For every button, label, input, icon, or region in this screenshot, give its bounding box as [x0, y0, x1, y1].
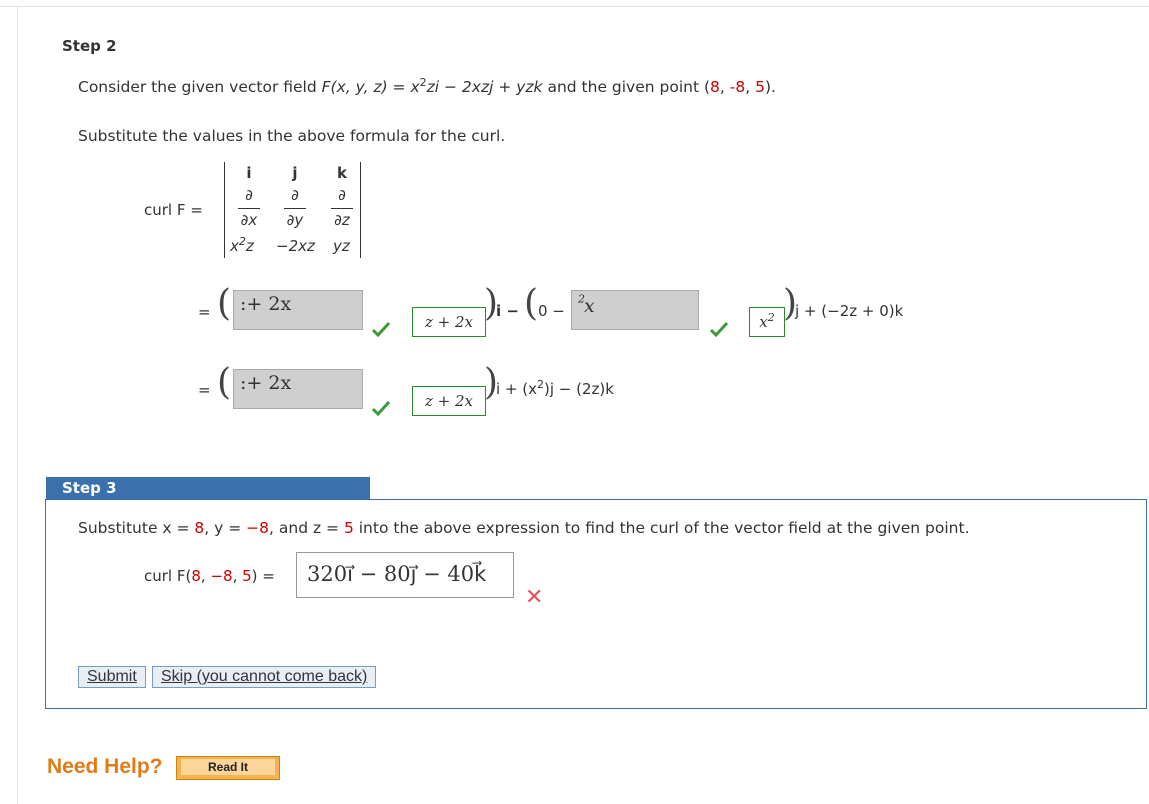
- answer-box-5[interactable]: :+ 2x: [233, 369, 363, 409]
- answer-box-1-value: :+ 2x: [240, 293, 292, 315]
- value-y: −8: [246, 519, 270, 537]
- det-k: k: [337, 164, 347, 182]
- answer-box-3[interactable]: x2: [571, 290, 699, 330]
- point-end: ).: [764, 78, 776, 96]
- det-neg2xz: −2xz: [276, 237, 315, 255]
- det-yz: yz: [333, 237, 350, 255]
- step2-heading: Step 2: [62, 37, 117, 55]
- answer-box-4-base: x: [759, 313, 768, 331]
- det-z: z: [245, 237, 254, 255]
- curl-answer-value: 320i⃗ − 80j⃗ − 40k⃗: [307, 562, 487, 586]
- check-icon: [372, 400, 390, 416]
- instr-c: , and z =: [269, 519, 344, 537]
- instr-d: into the above expression to find the cu…: [353, 519, 970, 537]
- answer-box-3-value: x2: [578, 293, 595, 317]
- point-sep: ,: [719, 78, 730, 96]
- read-it-label: Read It: [181, 759, 275, 775]
- det-left-bar: [224, 162, 225, 258]
- zero-minus: 0 −: [538, 302, 565, 320]
- curl-at-b: ) =: [251, 567, 275, 585]
- answer-box-4[interactable]: x2: [749, 307, 785, 337]
- step3-header: Step 3: [46, 477, 370, 499]
- partial-symbol: ∂: [338, 186, 346, 204]
- curl-at-sep: ,: [232, 567, 243, 585]
- curl-at-z: 5: [242, 567, 252, 585]
- instr-a: Substitute x =: [78, 519, 195, 537]
- denom-z: ∂z: [334, 211, 350, 229]
- fraction-line: [331, 208, 353, 209]
- incorrect-icon: ✕: [525, 585, 544, 610]
- line2-tail-sup: 2: [537, 378, 545, 391]
- answer-box-2[interactable]: z + 2x: [412, 307, 486, 337]
- read-it-button[interactable]: Read It: [176, 756, 280, 780]
- curl-at-y: −8: [210, 567, 233, 585]
- partial-symbol: ∂: [291, 186, 299, 204]
- substitute-text: Substitute the values in the above formu…: [78, 127, 506, 145]
- answer-box-5-value: :+ 2x: [240, 372, 292, 394]
- intro-rest: zi − 2xzj + yzk: [426, 78, 543, 96]
- equals-sign: =: [198, 381, 211, 399]
- value-x: 8: [194, 519, 205, 537]
- left-divider: [17, 6, 18, 804]
- fraction-line: [284, 208, 306, 209]
- det-x: x: [230, 237, 239, 255]
- instr-b: , y =: [204, 519, 247, 537]
- intro-mid: and the given point (: [542, 78, 711, 96]
- point-y: -8: [729, 78, 746, 96]
- point-sep: ,: [745, 78, 756, 96]
- det-x2z: x2z: [230, 235, 254, 255]
- submit-button[interactable]: Submit: [78, 666, 146, 688]
- denom-y: ∂y: [286, 211, 304, 229]
- intro-field: F(x, y, z) = x: [321, 78, 420, 96]
- line2-tail: i + (x2)j − (2z)k: [496, 378, 614, 398]
- answer-box-4-sup: 2: [767, 311, 775, 324]
- need-help-label: Need Help?: [47, 755, 163, 778]
- partial-symbol: ∂: [245, 186, 253, 204]
- answer-box-3-base: x: [584, 295, 595, 317]
- check-icon: [372, 321, 390, 337]
- line1-tail: j + (−2z + 0)k: [795, 302, 904, 320]
- step3-instruction: Substitute x = 8, y = −8, and z = 5 into…: [78, 519, 970, 537]
- curl-at-x: 8: [191, 567, 201, 585]
- intro-sup: 2: [419, 75, 427, 89]
- open-paren: (: [217, 283, 232, 324]
- curl-at-sep: ,: [200, 567, 211, 585]
- denom-x: ∂x: [240, 211, 258, 229]
- skip-button[interactable]: Skip (you cannot come back): [152, 666, 377, 688]
- intro-prefix: Consider the given vector field: [78, 78, 322, 96]
- equals-sign: =: [198, 303, 211, 321]
- det-i: i: [246, 164, 252, 182]
- curl-at-a: curl F(: [144, 567, 192, 585]
- fraction-line: [238, 208, 260, 209]
- top-divider: [0, 6, 1149, 7]
- step2-intro: Consider the given vector field F(x, y, …: [78, 75, 776, 96]
- answer-box-1[interactable]: :+ 2x: [233, 290, 363, 330]
- step3-heading: Step 3: [62, 479, 117, 497]
- det-sup: 2: [238, 235, 246, 248]
- answer-box-6[interactable]: z + 2x: [412, 386, 486, 416]
- line2-tail-b: )j − (2z)k: [544, 380, 614, 398]
- value-z: 5: [343, 519, 354, 537]
- open-paren: (: [524, 283, 539, 324]
- line2-tail-a: i + (x: [496, 380, 538, 398]
- curl-answer-input[interactable]: 320i⃗ − 80j⃗ − 40k⃗: [296, 552, 514, 598]
- open-paren: (: [217, 362, 232, 403]
- i-minus: i −: [496, 302, 519, 320]
- curl-at-label: curl F(8, −8, 5) =: [144, 567, 275, 585]
- point-x: 8: [710, 78, 720, 96]
- check-icon: [710, 321, 728, 337]
- point-z: 5: [755, 78, 765, 96]
- det-j: j: [292, 164, 298, 182]
- curl-label: curl F =: [144, 201, 203, 219]
